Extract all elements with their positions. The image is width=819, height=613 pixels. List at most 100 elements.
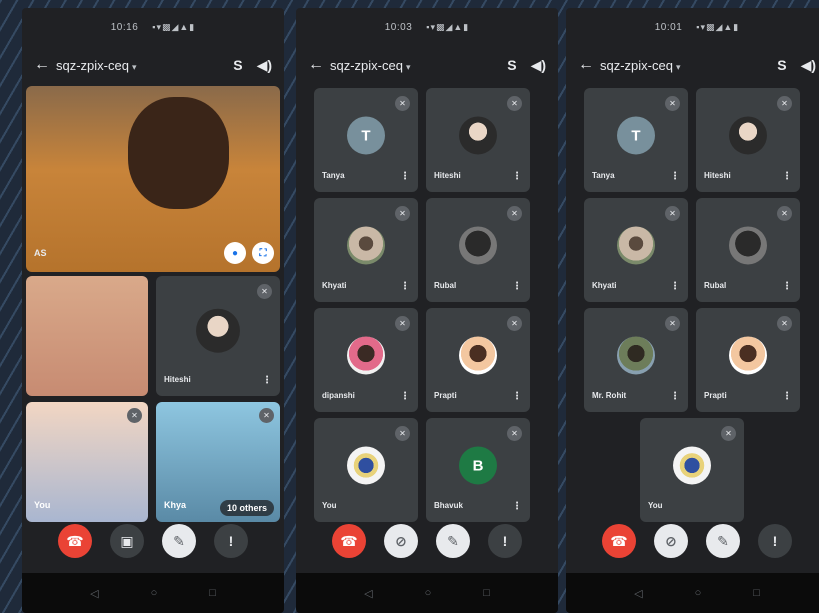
participant-name: Hiteshi (164, 375, 191, 384)
more-options-button[interactable]: ! (758, 524, 792, 558)
mic-muted-icon: ✕ (507, 426, 522, 441)
more-options-icon[interactable]: ⋮ (782, 391, 792, 402)
participant-tile[interactable]: ✕ dipanshi ⋮ (314, 308, 418, 412)
video-tile[interactable] (26, 276, 148, 396)
mic-on-icon[interactable]: ● (224, 242, 246, 264)
participant-name: Khya (164, 500, 187, 510)
participant-tile[interactable]: ✕ Rubal ⋮ (696, 198, 800, 302)
more-options-icon[interactable]: ⋮ (262, 375, 272, 386)
more-options-icon[interactable]: ⋮ (670, 281, 680, 292)
nav-recent-icon[interactable]: □ (483, 587, 490, 599)
more-options-icon[interactable]: ⋮ (670, 171, 680, 182)
participant-tile[interactable]: ✕ B Bhavuk ⋮ (426, 418, 530, 522)
others-count-badge[interactable]: 10 others (219, 500, 274, 516)
fullscreen-icon[interactable]: ⛶ (252, 242, 274, 264)
mic-muted-icon: ✕ (721, 426, 736, 441)
chevron-down-icon: ▾ (675, 61, 681, 72)
mic-toggle-button[interactable]: ✎ (706, 524, 740, 558)
more-options-icon[interactable]: ⋮ (400, 391, 410, 402)
participant-tile[interactable]: ✕ Khyati ⋮ (314, 198, 418, 302)
more-options-icon[interactable]: ⋮ (512, 171, 522, 182)
mic-muted-icon: ✕ (257, 284, 272, 299)
speaker-icon[interactable]: ◀) (257, 57, 272, 74)
more-options-icon[interactable]: ⋮ (512, 501, 522, 512)
self-tile[interactable]: ✕ You (640, 418, 744, 522)
speaker-icon[interactable]: ◀) (801, 57, 816, 74)
more-options-icon[interactable]: ⋮ (782, 171, 792, 182)
participant-tile[interactable]: ✕ Hiteshi ⋮ (156, 276, 280, 396)
participant-tile[interactable]: ✕ Mr. Rohit ⋮ (584, 308, 688, 412)
status-icons: ▪▾▩◢▲▮ (152, 21, 196, 32)
participant-name: You (34, 500, 51, 510)
nav-back-icon[interactable]: ◁ (90, 587, 98, 600)
speaker-icon[interactable]: ◀) (531, 57, 546, 74)
participant-video (127, 97, 230, 209)
status-bar: 10:03 ▪▾▩◢▲▮ (296, 8, 558, 46)
participant-name: You (648, 501, 663, 510)
call-controls: ☎ ⊘ ✎ ! (296, 521, 558, 561)
more-options-icon[interactable]: ⋮ (782, 281, 792, 292)
mic-muted-icon: ✕ (395, 316, 410, 331)
participant-tile[interactable]: ✕ Prapti ⋮ (426, 308, 530, 412)
participant-tile[interactable]: ✕ T Tanya ⋮ (314, 88, 418, 192)
end-call-button[interactable]: ☎ (602, 524, 636, 558)
mic-muted-icon: ✕ (665, 206, 680, 221)
avatar (617, 336, 655, 375)
mic-muted-icon: ✕ (507, 316, 522, 331)
participant-tile[interactable]: ✕ Hiteshi ⋮ (696, 88, 800, 192)
status-time: 10:01 (654, 21, 683, 33)
participant-tile[interactable]: ✕ Prapti ⋮ (696, 308, 800, 412)
nav-home-icon[interactable]: ○ (695, 587, 702, 599)
mic-muted-icon: ✕ (395, 206, 410, 221)
avatar: B (459, 446, 497, 485)
more-options-icon[interactable]: ⋮ (400, 281, 410, 292)
more-options-icon[interactable]: ⋮ (670, 391, 680, 402)
meeting-top-bar: ← sqz-zpix-ceq ▾ S ◀) (22, 48, 284, 82)
main-video-tile[interactable]: AS ● ⛶ (26, 86, 280, 272)
status-time: 10:16 (110, 21, 139, 33)
back-arrow-icon[interactable]: ← (578, 56, 600, 74)
meeting-code[interactable]: sqz-zpix-ceq ▾ (600, 58, 763, 73)
participant-tile[interactable]: ✕ Rubal ⋮ (426, 198, 530, 302)
self-video-tile[interactable]: ✕ You (26, 402, 148, 522)
back-arrow-icon[interactable]: ← (34, 56, 56, 74)
end-call-button[interactable]: ☎ (332, 524, 366, 558)
mic-toggle-button[interactable]: ✎ (162, 524, 196, 558)
mic-muted-icon: ✕ (665, 96, 680, 111)
meeting-code-text: sqz-zpix-ceq (56, 57, 129, 73)
participant-name: Tanya (322, 171, 345, 180)
camera-toggle-button[interactable]: ▣ (110, 524, 144, 558)
switch-camera-icon[interactable]: S (507, 57, 516, 73)
participant-tile[interactable]: ✕ T Tanya ⋮ (584, 88, 688, 192)
overflow-video-tile[interactable]: ✕ Khya 10 others (156, 402, 280, 522)
more-options-button[interactable]: ! (214, 524, 248, 558)
more-options-icon[interactable]: ⋮ (512, 281, 522, 292)
participant-tile[interactable]: ✕ Hiteshi ⋮ (426, 88, 530, 192)
camera-toggle-button[interactable]: ⊘ (384, 524, 418, 558)
avatar (673, 446, 711, 485)
self-tile[interactable]: ✕ You (314, 418, 418, 522)
camera-toggle-button[interactable]: ⊘ (654, 524, 688, 558)
more-options-button[interactable]: ! (488, 524, 522, 558)
more-options-icon[interactable]: ⋮ (400, 171, 410, 182)
end-call-button[interactable]: ☎ (58, 524, 92, 558)
phone-screen-3: 10:01 ▪▾▩◢▲▮ ← sqz-zpix-ceq ▾ S ◀) ✕ T Ta… (566, 8, 819, 613)
mic-toggle-button[interactable]: ✎ (436, 524, 470, 558)
meeting-code[interactable]: sqz-zpix-ceq ▾ (56, 58, 219, 73)
nav-home-icon[interactable]: ○ (425, 587, 432, 599)
switch-camera-icon[interactable]: S (233, 57, 242, 73)
participant-name: Prapti (704, 391, 727, 400)
nav-recent-icon[interactable]: □ (753, 587, 760, 599)
participant-tile[interactable]: ✕ Khyati ⋮ (584, 198, 688, 302)
mic-muted-icon: ✕ (259, 408, 274, 423)
nav-recent-icon[interactable]: □ (209, 587, 216, 599)
more-options-icon[interactable]: ⋮ (512, 391, 522, 402)
nav-back-icon[interactable]: ◁ (634, 587, 642, 600)
nav-home-icon[interactable]: ○ (151, 587, 158, 599)
nav-back-icon[interactable]: ◁ (364, 587, 372, 600)
meeting-code[interactable]: sqz-zpix-ceq ▾ (330, 58, 493, 73)
participant-name: Mr. Rohit (592, 391, 627, 400)
switch-camera-icon[interactable]: S (777, 57, 786, 73)
back-arrow-icon[interactable]: ← (308, 56, 330, 74)
meeting-top-bar: ← sqz-zpix-ceq ▾ S ◀) (566, 48, 819, 82)
